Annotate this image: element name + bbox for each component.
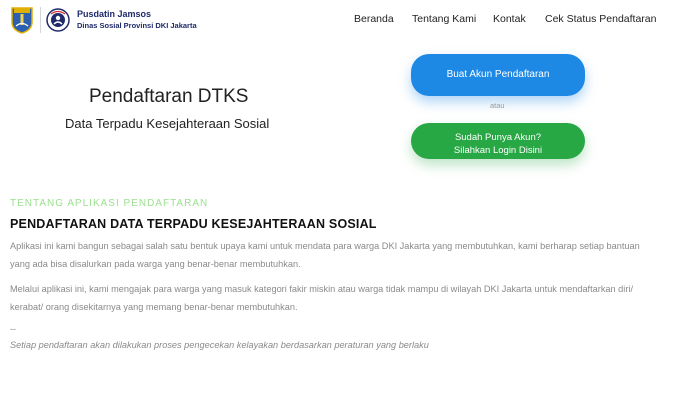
login-button[interactable]: Sudah Punya Akun? Silahkan Login Disini xyxy=(411,123,585,159)
section-tag: TENTANG APLIKASI PENDAFTARAN xyxy=(10,198,209,209)
nav-cek-status[interactable]: Cek Status Pendaftaran xyxy=(545,13,657,25)
brand-title: Pusdatin Jamsos xyxy=(77,9,152,19)
logo-divider xyxy=(40,7,41,33)
nav-beranda[interactable]: Beranda xyxy=(354,13,394,25)
site-header: Pusdatin Jamsos Dinas Sosial Provinsi DK… xyxy=(0,0,700,42)
dinas-sosial-seal-icon xyxy=(46,8,70,32)
paragraph-2-line-2: kerabat/ orang disekitarnya yang memang … xyxy=(10,302,298,312)
disclaimer-note: Setiap pendaftaran akan dilakukan proses… xyxy=(10,340,429,350)
login-line-2: Silahkan Login Disini xyxy=(453,144,543,156)
paragraph-1: Aplikasi ini kami bangun sebagai salah s… xyxy=(10,237,660,273)
dki-jakarta-emblem-icon xyxy=(11,7,33,34)
paragraph-1-line-2: yang ada bisa disalurkan pada warga yang… xyxy=(10,259,301,269)
paragraph-1-line-1: Aplikasi ini kami bangun sebagai salah s… xyxy=(10,241,640,251)
or-separator: atau xyxy=(490,101,505,110)
paragraph-2-line-1: Melalui aplikasi ini, kami mengajak para… xyxy=(10,284,633,294)
brand-text: Pusdatin Jamsos Dinas Sosial Provinsi DK… xyxy=(77,9,197,31)
logo-group[interactable]: Pusdatin Jamsos Dinas Sosial Provinsi DK… xyxy=(10,6,197,34)
hero-subtitle: Data Terpadu Kesejahteraan Sosial xyxy=(65,116,270,131)
login-line-1: Sudah Punya Akun? xyxy=(454,131,542,143)
paragraph-2: Melalui aplikasi ini, kami mengajak para… xyxy=(10,280,660,316)
separator-dash: -- xyxy=(10,324,16,334)
section-heading: PENDAFTARAN DATA TERPADU KESEJAHTERAAN S… xyxy=(10,217,377,231)
nav-kontak[interactable]: Kontak xyxy=(493,13,526,25)
nav-tentang-kami[interactable]: Tentang Kami xyxy=(412,13,476,25)
create-account-button[interactable]: Buat Akun Pendaftaran xyxy=(411,54,585,96)
hero-title: Pendaftaran DTKS xyxy=(89,86,249,107)
brand-subtitle: Dinas Sosial Provinsi DKI Jakarta xyxy=(77,21,197,30)
